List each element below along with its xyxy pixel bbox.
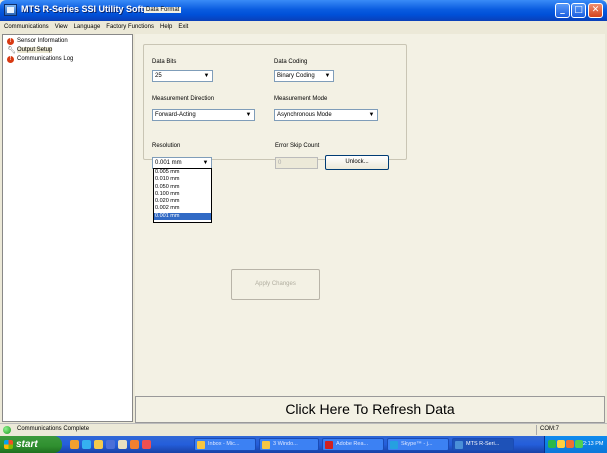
quicklaunch-desktop-icon[interactable] — [118, 440, 127, 449]
chevron-down-icon: ▼ — [324, 73, 331, 79]
security-icon[interactable] — [557, 440, 565, 448]
mode-value: Asynchronous Mode — [277, 112, 332, 118]
quicklaunch-browser-icon[interactable] — [70, 440, 79, 449]
tree-item-sensor-information[interactable]: ! Sensor Information — [7, 37, 68, 45]
mts-app-icon — [455, 441, 463, 449]
chevron-down-icon: ▼ — [203, 73, 210, 79]
volume-icon[interactable] — [575, 440, 583, 448]
adobe-reader-icon — [325, 441, 333, 449]
system-tray: 2:13 PM — [544, 436, 607, 453]
error-skip-label: Error Skip Count — [275, 143, 320, 149]
skype-icon — [390, 441, 398, 449]
tree-item-communications-log[interactable]: ! Communications Log — [7, 55, 73, 63]
outlook-icon — [197, 441, 205, 449]
resolution-option[interactable]: 0.050 mm — [154, 184, 211, 191]
tree-item-label: Sensor Information — [17, 38, 68, 44]
resolution-option[interactable]: 0.020 mm — [154, 198, 211, 205]
data-format-title: Data Format — [144, 7, 182, 13]
task-label: Skype™ - j... — [401, 441, 433, 447]
navigation-tree: ! Sensor Information 🔧︎ Output Setup ! C… — [2, 34, 133, 422]
quicklaunch-app-icon[interactable] — [142, 440, 151, 449]
task-button-windows[interactable]: 3 Windo... — [259, 438, 319, 451]
direction-label: Measurement Direction — [152, 96, 215, 102]
status-led-icon — [3, 426, 11, 434]
status-text: Communications Complete — [17, 426, 90, 432]
task-label: MTS R-Seri... — [466, 441, 500, 447]
menu-language[interactable]: Language — [74, 24, 101, 30]
error-icon: ! — [7, 37, 14, 45]
chevron-down-icon: ▼ — [368, 112, 375, 118]
quicklaunch-media-icon[interactable] — [130, 440, 139, 449]
menu-communications[interactable]: Communications — [4, 24, 49, 30]
chevron-down-icon: ▼ — [202, 160, 209, 166]
menu-view[interactable]: View — [55, 24, 68, 30]
resolution-option[interactable]: 0.010 mm — [154, 176, 211, 183]
tree-item-output-setup[interactable]: 🔧︎ Output Setup — [7, 46, 53, 54]
unlock-button[interactable]: Unlock... — [325, 155, 389, 170]
data-coding-value: Binary Coding — [277, 73, 315, 79]
start-label: start — [16, 439, 38, 450]
resolution-label: Resolution — [152, 143, 181, 149]
task-label: Inbox - Mic... — [208, 441, 240, 447]
task-label: 3 Windo... — [273, 441, 298, 447]
network-icon[interactable] — [548, 440, 556, 448]
resolution-value: 0.001 mm — [155, 160, 182, 166]
window-title: MTS R-Series SSI Utility Software — [21, 4, 165, 14]
resolution-option-selected[interactable]: 0.001 mm — [154, 212, 211, 221]
data-bits-label: Data Bits — [152, 59, 177, 65]
maximize-button[interactable]: □ — [571, 3, 586, 18]
mode-label: Measurement Mode — [274, 96, 328, 102]
app-icon — [4, 4, 17, 16]
folder-icon — [262, 441, 270, 449]
apply-changes-button[interactable]: Apply Changes — [231, 269, 320, 300]
error-icon: ! — [7, 55, 14, 63]
menu-factory-functions[interactable]: Factory Functions — [106, 24, 154, 30]
clock: 2:13 PM — [583, 441, 604, 447]
mode-select[interactable]: Asynchronous Mode ▼ — [274, 109, 378, 121]
tree-item-label: Communications Log — [17, 56, 74, 62]
status-bar: Communications Complete COM:7 — [0, 423, 607, 435]
quicklaunch-word-icon[interactable] — [106, 440, 115, 449]
data-coding-label: Data Coding — [274, 59, 308, 65]
update-icon[interactable] — [566, 440, 574, 448]
task-button-inbox[interactable]: Inbox - Mic... — [194, 438, 256, 451]
task-button-adobe[interactable]: Adobe Rea... — [322, 438, 384, 451]
quicklaunch-folder-icon[interactable] — [94, 440, 103, 449]
com-port-status: COM:7 — [540, 426, 560, 432]
resolution-dropdown-list: 0.005 mm 0.010 mm 0.050 mm 0.100 mm 0.02… — [153, 168, 212, 223]
resolution-option[interactable]: 0.002 mm — [154, 205, 211, 212]
data-bits-select[interactable]: 25 ▼ — [152, 70, 213, 82]
direction-value: Forward-Acting — [155, 112, 196, 118]
close-button[interactable]: ✕ — [588, 3, 603, 18]
menu-exit[interactable]: Exit — [178, 24, 188, 30]
menu-help[interactable]: Help — [160, 24, 172, 30]
task-button-mts[interactable]: MTS R-Seri... — [452, 438, 514, 451]
resolution-option[interactable]: 0.100 mm — [154, 191, 211, 198]
status-divider — [536, 425, 537, 435]
error-skip-input[interactable]: 0 — [275, 157, 318, 169]
start-button[interactable]: start — [0, 436, 62, 453]
taskbar: start Inbox - Mic... 3 Windo... Adobe Re… — [0, 436, 607, 453]
menu-bar: Communications View Language Factory Fun… — [0, 21, 607, 33]
data-coding-select[interactable]: Binary Coding ▼ — [274, 70, 334, 82]
task-button-skype[interactable]: Skype™ - j... — [387, 438, 449, 451]
title-bar: MTS R-Series SSI Utility Software _ □ ✕ — [0, 0, 607, 21]
tree-item-label: Output Setup — [17, 47, 53, 53]
minimize-button[interactable]: _ — [555, 3, 570, 18]
direction-select[interactable]: Forward-Acting ▼ — [152, 109, 255, 121]
wrench-icon: 🔧︎ — [7, 46, 16, 54]
refresh-data-button[interactable]: Click Here To Refresh Data — [135, 396, 605, 423]
resolution-option[interactable]: 0.005 mm — [154, 169, 211, 176]
task-label: Adobe Rea... — [336, 441, 369, 447]
chevron-down-icon: ▼ — [245, 112, 252, 118]
data-bits-value: 25 — [155, 73, 162, 79]
windows-logo-icon — [4, 440, 13, 449]
quicklaunch-ie-icon[interactable] — [82, 440, 91, 449]
